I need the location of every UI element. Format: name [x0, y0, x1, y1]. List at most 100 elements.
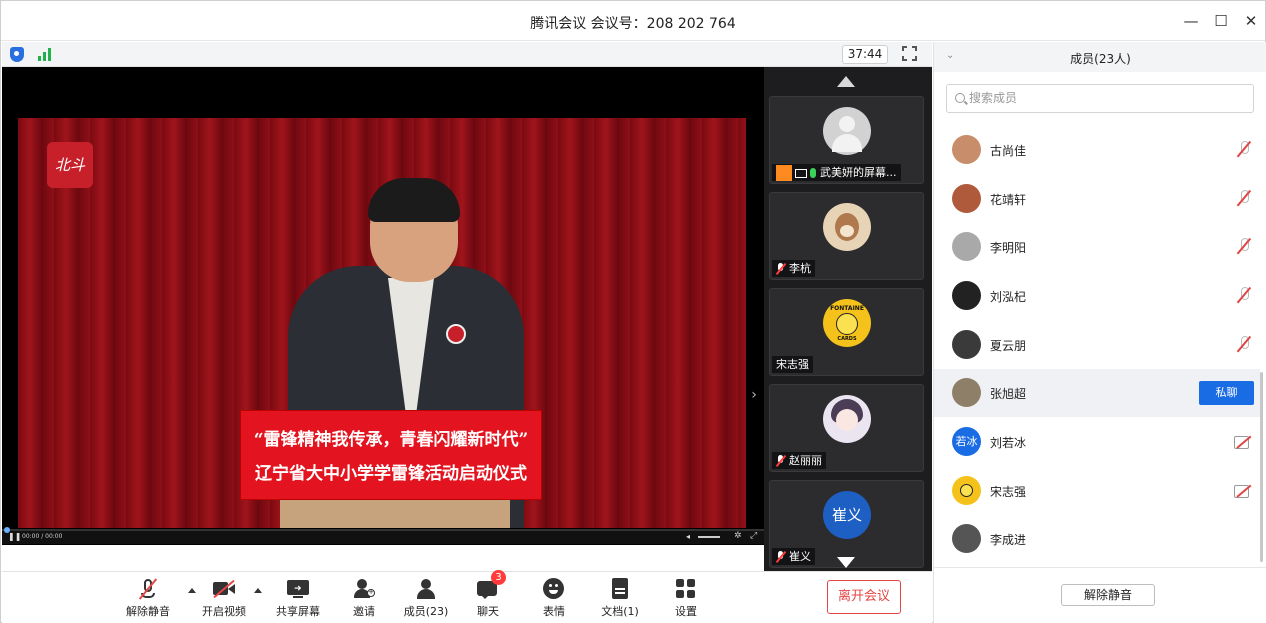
- participant-name: 赵丽丽: [789, 454, 822, 467]
- mic-muted-icon: [776, 263, 786, 275]
- podium-slogan-line2: 辽宁省大中小学学雷锋活动启动仪式: [255, 464, 527, 484]
- search-placeholder: 搜索成员: [969, 91, 1018, 105]
- participant-name: 李杭: [789, 262, 811, 275]
- mic-muted-icon[interactable]: [1236, 140, 1252, 158]
- member-row[interactable]: 李成进: [934, 515, 1260, 563]
- avatar: [952, 378, 981, 407]
- scroll-up-arrow-icon[interactable]: [837, 76, 855, 87]
- mic-muted-icon[interactable]: [1236, 335, 1252, 353]
- avatar: [952, 524, 981, 553]
- share-screen-button[interactable]: ➜ 共享屏幕: [268, 578, 328, 619]
- emoji-button[interactable]: 表情: [524, 578, 584, 619]
- participant-name-bar: 李杭: [772, 260, 815, 277]
- participant-name: 宋志强: [776, 358, 809, 371]
- search-icon: [955, 93, 965, 103]
- member-name: 古尚佳: [990, 144, 1027, 158]
- meeting-timer: 37:44: [842, 45, 888, 64]
- document-icon: [609, 578, 631, 600]
- mic-on-icon: [810, 168, 816, 178]
- invite-button[interactable]: + 邀请: [334, 578, 394, 619]
- avatar-text: FONTAINE: [830, 305, 864, 312]
- signal-strength-icon[interactable]: [38, 48, 52, 61]
- emoji-label: 表情: [543, 605, 565, 618]
- share-screen-label: 共享屏幕: [276, 605, 320, 618]
- member-name: 李明阳: [990, 241, 1027, 255]
- mic-muted-icon: [776, 455, 786, 467]
- member-name: 夏云朋: [990, 339, 1027, 353]
- member-row[interactable]: 若冰 刘若冰: [934, 418, 1260, 466]
- video-progress-bar[interactable]: [2, 529, 764, 531]
- chat-button[interactable]: 3 聊天: [458, 570, 518, 619]
- settings-button[interactable]: 设置: [656, 578, 716, 619]
- avatar: [823, 203, 871, 251]
- member-search-input[interactable]: 搜索成员: [946, 84, 1254, 113]
- member-row[interactable]: 宋志强: [934, 467, 1260, 515]
- participant-name: 崔义: [789, 550, 811, 563]
- member-row[interactable]: 张旭超 私聊: [934, 369, 1260, 417]
- private-chat-button[interactable]: 私聊: [1199, 381, 1254, 405]
- member-row[interactable]: 李明阳: [934, 223, 1260, 271]
- player-fullscreen-icon[interactable]: ⤢: [750, 531, 757, 541]
- video-options-caret-icon[interactable]: [254, 588, 262, 593]
- members-panel-title: 成员(23人): [1070, 52, 1131, 66]
- member-row[interactable]: 刘泓杞: [934, 272, 1260, 320]
- leave-meeting-button[interactable]: 离开会议: [827, 580, 901, 614]
- participant-tile[interactable]: 李杭: [769, 192, 924, 280]
- minimize-button[interactable]: —: [1181, 11, 1201, 31]
- expand-thumbnails-chevron-icon[interactable]: ›: [746, 387, 762, 407]
- avatar: 崔义: [823, 491, 871, 539]
- participant-name-bar: 赵丽丽: [772, 452, 826, 469]
- member-name: 李成进: [990, 533, 1027, 547]
- mic-muted-icon[interactable]: [1236, 237, 1252, 255]
- camera-off-icon[interactable]: [1234, 435, 1254, 449]
- pause-icon[interactable]: ❚❚: [8, 532, 21, 541]
- stage-status-bar: 37:44: [2, 42, 932, 67]
- start-video-label: 开启视频: [202, 605, 246, 618]
- documents-button[interactable]: 文档(1): [590, 578, 650, 619]
- member-name: 刘若冰: [990, 436, 1027, 450]
- volume-slider[interactable]: [698, 536, 720, 538]
- participant-name-bar: 崔义: [772, 548, 815, 565]
- members-button[interactable]: 成员(23): [396, 578, 456, 619]
- invite-user-icon: +: [353, 578, 375, 600]
- mic-muted-icon: [137, 578, 159, 600]
- meeting-window: 腾讯会议 会议号：208 202 764 — ☐ ✕ 37:44 北斗 “雷锋精…: [0, 0, 1266, 623]
- video-player-controls: ❚❚ 00:00 / 00:00 ◂ ✲ ⤢: [2, 527, 764, 544]
- member-row[interactable]: 古尚佳: [934, 126, 1260, 174]
- members-scrollbar[interactable]: [1260, 372, 1263, 562]
- camera-off-icon[interactable]: [1234, 484, 1254, 498]
- fullscreen-icon[interactable]: [902, 46, 917, 61]
- scroll-down-arrow-icon[interactable]: [837, 557, 855, 568]
- podium-stand: [280, 498, 510, 528]
- mic-muted-icon[interactable]: [1236, 189, 1252, 207]
- broadcaster-logo: 北斗: [47, 142, 93, 188]
- settings-label: 设置: [675, 605, 697, 618]
- avatar: [952, 281, 981, 310]
- documents-label: 文档(1): [601, 605, 639, 618]
- participant-tile[interactable]: 武美妍的屏幕...: [769, 96, 924, 184]
- participant-name: 武美妍的屏幕...: [820, 166, 897, 179]
- player-settings-icon[interactable]: ✲: [734, 531, 742, 541]
- share-screen-icon: ➜: [287, 578, 309, 600]
- shared-screen[interactable]: 北斗 “雷锋精神我传承，青春闪耀新时代” 辽宁省大中小学学雷锋活动启动仪式 ›: [2, 67, 764, 545]
- camera-off-icon: [213, 578, 235, 600]
- member-row[interactable]: 夏云朋: [934, 321, 1260, 369]
- participant-tile[interactable]: 崔义 崔义: [769, 480, 924, 568]
- participant-name-bar: 武美妍的屏幕...: [772, 164, 901, 181]
- participant-tile[interactable]: FONTAINE CARDS 宋志强: [769, 288, 924, 376]
- member-row[interactable]: 花靖轩: [934, 175, 1260, 223]
- window-title: 腾讯会议 会议号：208 202 764: [530, 16, 736, 32]
- unmute-button[interactable]: 解除静音: [118, 578, 178, 619]
- chat-label: 聊天: [477, 605, 499, 618]
- video-time: 00:00 / 00:00: [22, 533, 63, 540]
- participant-tile[interactable]: 赵丽丽: [769, 384, 924, 472]
- unmute-all-button[interactable]: 解除静音: [1061, 584, 1155, 606]
- start-video-button[interactable]: 开启视频: [194, 578, 254, 619]
- mic-muted-icon[interactable]: [1236, 286, 1252, 304]
- member-name: 刘泓杞: [990, 290, 1027, 304]
- security-shield-icon[interactable]: [10, 47, 24, 62]
- close-button[interactable]: ✕: [1241, 11, 1261, 31]
- volume-icon[interactable]: ◂: [686, 532, 690, 541]
- maximize-button[interactable]: ☐: [1211, 11, 1231, 31]
- avatar: [952, 184, 981, 213]
